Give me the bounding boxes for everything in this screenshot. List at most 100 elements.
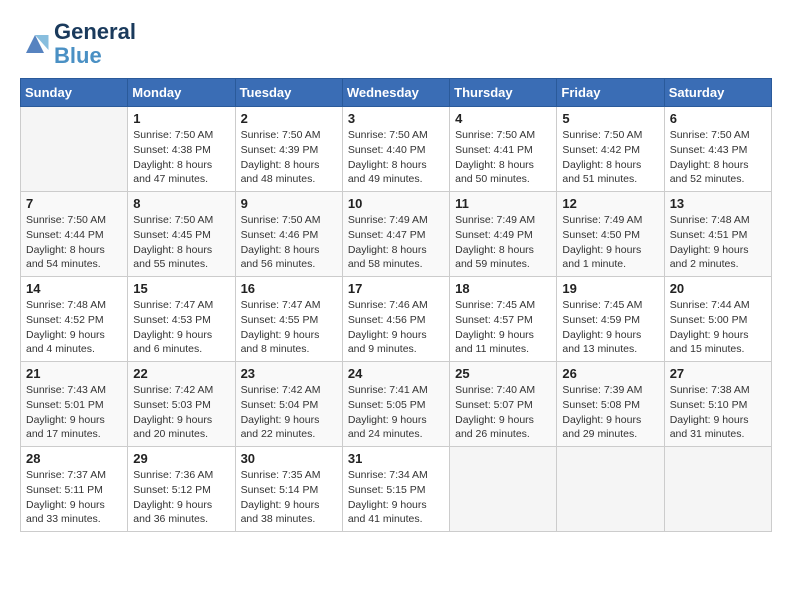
day-number: 6 bbox=[670, 111, 766, 126]
day-number: 31 bbox=[348, 451, 444, 466]
day-cell: 24 Sunrise: 7:41 AM Sunset: 5:05 PM Dayli… bbox=[342, 362, 449, 447]
day-cell: 7Sunrise: 7:50 AM Sunset: 4:44 PM Daylig… bbox=[21, 192, 128, 277]
day-info: Sunrise: 7:43 AM Sunset: 5:01 PM Dayligh… bbox=[26, 383, 122, 442]
day-info: Sunrise: 7:42 AM Sunset: 5:03 PM Dayligh… bbox=[133, 383, 229, 442]
day-info: Sunrise: 7:50 AM Sunset: 4:42 PM Dayligh… bbox=[562, 128, 658, 187]
day-number: 13 bbox=[670, 196, 766, 211]
header-row: SundayMondayTuesdayWednesdayThursdayFrid… bbox=[21, 79, 772, 107]
day-cell: 22 Sunrise: 7:42 AM Sunset: 5:03 PM Dayli… bbox=[128, 362, 235, 447]
day-info: Sunrise: 7:44 AM Sunset: 5:00 PM Dayligh… bbox=[670, 298, 766, 357]
week-row-4: 28Sunrise: 7:37 AM Sunset: 5:11 PM Dayli… bbox=[21, 447, 772, 532]
day-cell: 2 Sunrise: 7:50 AM Sunset: 4:39 PM Daylig… bbox=[235, 107, 342, 192]
day-info: Sunrise: 7:48 AM Sunset: 4:51 PM Dayligh… bbox=[670, 213, 766, 272]
calendar-table: SundayMondayTuesdayWednesdayThursdayFrid… bbox=[20, 78, 772, 532]
header-cell-wednesday: Wednesday bbox=[342, 79, 449, 107]
logo: General Blue bbox=[20, 20, 136, 68]
day-cell: 1 Sunrise: 7:50 AM Sunset: 4:38 PM Daylig… bbox=[128, 107, 235, 192]
day-cell: 15 Sunrise: 7:47 AM Sunset: 4:53 PM Dayli… bbox=[128, 277, 235, 362]
day-number: 2 bbox=[241, 111, 337, 126]
day-cell: 31Sunrise: 7:34 AM Sunset: 5:15 PM Dayli… bbox=[342, 447, 449, 532]
week-row-1: 7Sunrise: 7:50 AM Sunset: 4:44 PM Daylig… bbox=[21, 192, 772, 277]
day-info: Sunrise: 7:50 AM Sunset: 4:46 PM Dayligh… bbox=[241, 213, 337, 272]
day-cell: 16 Sunrise: 7:47 AM Sunset: 4:55 PM Dayli… bbox=[235, 277, 342, 362]
page-header: General Blue bbox=[20, 20, 772, 68]
day-number: 18 bbox=[455, 281, 551, 296]
day-cell: 3 Sunrise: 7:50 AM Sunset: 4:40 PM Daylig… bbox=[342, 107, 449, 192]
day-number: 21 bbox=[26, 366, 122, 381]
day-cell: 20 Sunrise: 7:44 AM Sunset: 5:00 PM Dayli… bbox=[664, 277, 771, 362]
day-info: Sunrise: 7:49 AM Sunset: 4:49 PM Dayligh… bbox=[455, 213, 551, 272]
day-number: 19 bbox=[562, 281, 658, 296]
day-info: Sunrise: 7:35 AM Sunset: 5:14 PM Dayligh… bbox=[241, 468, 337, 527]
day-number: 17 bbox=[348, 281, 444, 296]
day-info: Sunrise: 7:50 AM Sunset: 4:41 PM Dayligh… bbox=[455, 128, 551, 187]
day-number: 30 bbox=[241, 451, 337, 466]
day-info: Sunrise: 7:36 AM Sunset: 5:12 PM Dayligh… bbox=[133, 468, 229, 527]
day-info: Sunrise: 7:49 AM Sunset: 4:50 PM Dayligh… bbox=[562, 213, 658, 272]
logo-text: General Blue bbox=[54, 20, 136, 68]
day-number: 22 bbox=[133, 366, 229, 381]
day-cell: 12 Sunrise: 7:49 AM Sunset: 4:50 PM Dayli… bbox=[557, 192, 664, 277]
day-info: Sunrise: 7:50 AM Sunset: 4:40 PM Dayligh… bbox=[348, 128, 444, 187]
day-info: Sunrise: 7:37 AM Sunset: 5:11 PM Dayligh… bbox=[26, 468, 122, 527]
day-number: 23 bbox=[241, 366, 337, 381]
day-cell: 18Sunrise: 7:45 AM Sunset: 4:57 PM Dayli… bbox=[450, 277, 557, 362]
day-number: 4 bbox=[455, 111, 551, 126]
day-cell: 4 Sunrise: 7:50 AM Sunset: 4:41 PM Daylig… bbox=[450, 107, 557, 192]
day-cell: 17Sunrise: 7:46 AM Sunset: 4:56 PM Dayli… bbox=[342, 277, 449, 362]
header-cell-monday: Monday bbox=[128, 79, 235, 107]
header-cell-sunday: Sunday bbox=[21, 79, 128, 107]
day-number: 16 bbox=[241, 281, 337, 296]
day-number: 26 bbox=[562, 366, 658, 381]
day-cell bbox=[450, 447, 557, 532]
day-cell: 5 Sunrise: 7:50 AM Sunset: 4:42 PM Daylig… bbox=[557, 107, 664, 192]
day-number: 9 bbox=[241, 196, 337, 211]
day-cell: 13 Sunrise: 7:48 AM Sunset: 4:51 PM Dayli… bbox=[664, 192, 771, 277]
day-cell: 19 Sunrise: 7:45 AM Sunset: 4:59 PM Dayli… bbox=[557, 277, 664, 362]
day-number: 3 bbox=[348, 111, 444, 126]
day-info: Sunrise: 7:41 AM Sunset: 5:05 PM Dayligh… bbox=[348, 383, 444, 442]
day-info: Sunrise: 7:49 AM Sunset: 4:47 PM Dayligh… bbox=[348, 213, 444, 272]
day-number: 25 bbox=[455, 366, 551, 381]
day-info: Sunrise: 7:50 AM Sunset: 4:45 PM Dayligh… bbox=[133, 213, 229, 272]
day-info: Sunrise: 7:40 AM Sunset: 5:07 PM Dayligh… bbox=[455, 383, 551, 442]
day-info: Sunrise: 7:50 AM Sunset: 4:44 PM Dayligh… bbox=[26, 213, 122, 272]
day-info: Sunrise: 7:45 AM Sunset: 4:59 PM Dayligh… bbox=[562, 298, 658, 357]
day-cell bbox=[21, 107, 128, 192]
day-cell: 28Sunrise: 7:37 AM Sunset: 5:11 PM Dayli… bbox=[21, 447, 128, 532]
day-cell: 26Sunrise: 7:39 AM Sunset: 5:08 PM Dayli… bbox=[557, 362, 664, 447]
header-cell-tuesday: Tuesday bbox=[235, 79, 342, 107]
header-cell-saturday: Saturday bbox=[664, 79, 771, 107]
day-cell: 6 Sunrise: 7:50 AM Sunset: 4:43 PM Daylig… bbox=[664, 107, 771, 192]
day-info: Sunrise: 7:47 AM Sunset: 4:53 PM Dayligh… bbox=[133, 298, 229, 357]
day-number: 20 bbox=[670, 281, 766, 296]
day-info: Sunrise: 7:50 AM Sunset: 4:39 PM Dayligh… bbox=[241, 128, 337, 187]
day-info: Sunrise: 7:50 AM Sunset: 4:38 PM Dayligh… bbox=[133, 128, 229, 187]
day-number: 8 bbox=[133, 196, 229, 211]
day-cell: 25 Sunrise: 7:40 AM Sunset: 5:07 PM Dayli… bbox=[450, 362, 557, 447]
day-cell bbox=[664, 447, 771, 532]
header-cell-thursday: Thursday bbox=[450, 79, 557, 107]
day-number: 5 bbox=[562, 111, 658, 126]
header-cell-friday: Friday bbox=[557, 79, 664, 107]
logo-icon bbox=[20, 29, 50, 59]
day-cell: 11 Sunrise: 7:49 AM Sunset: 4:49 PM Dayli… bbox=[450, 192, 557, 277]
day-info: Sunrise: 7:48 AM Sunset: 4:52 PM Dayligh… bbox=[26, 298, 122, 357]
day-cell: 23Sunrise: 7:42 AM Sunset: 5:04 PM Dayli… bbox=[235, 362, 342, 447]
day-number: 11 bbox=[455, 196, 551, 211]
day-number: 27 bbox=[670, 366, 766, 381]
day-number: 24 bbox=[348, 366, 444, 381]
week-row-2: 14Sunrise: 7:48 AM Sunset: 4:52 PM Dayli… bbox=[21, 277, 772, 362]
day-number: 10 bbox=[348, 196, 444, 211]
day-info: Sunrise: 7:47 AM Sunset: 4:55 PM Dayligh… bbox=[241, 298, 337, 357]
day-cell: 29 Sunrise: 7:36 AM Sunset: 5:12 PM Dayli… bbox=[128, 447, 235, 532]
day-info: Sunrise: 7:50 AM Sunset: 4:43 PM Dayligh… bbox=[670, 128, 766, 187]
week-row-0: 1 Sunrise: 7:50 AM Sunset: 4:38 PM Daylig… bbox=[21, 107, 772, 192]
day-cell bbox=[557, 447, 664, 532]
day-cell: 9 Sunrise: 7:50 AM Sunset: 4:46 PM Daylig… bbox=[235, 192, 342, 277]
day-number: 1 bbox=[133, 111, 229, 126]
day-cell: 30 Sunrise: 7:35 AM Sunset: 5:14 PM Dayli… bbox=[235, 447, 342, 532]
day-number: 12 bbox=[562, 196, 658, 211]
day-number: 15 bbox=[133, 281, 229, 296]
day-number: 29 bbox=[133, 451, 229, 466]
